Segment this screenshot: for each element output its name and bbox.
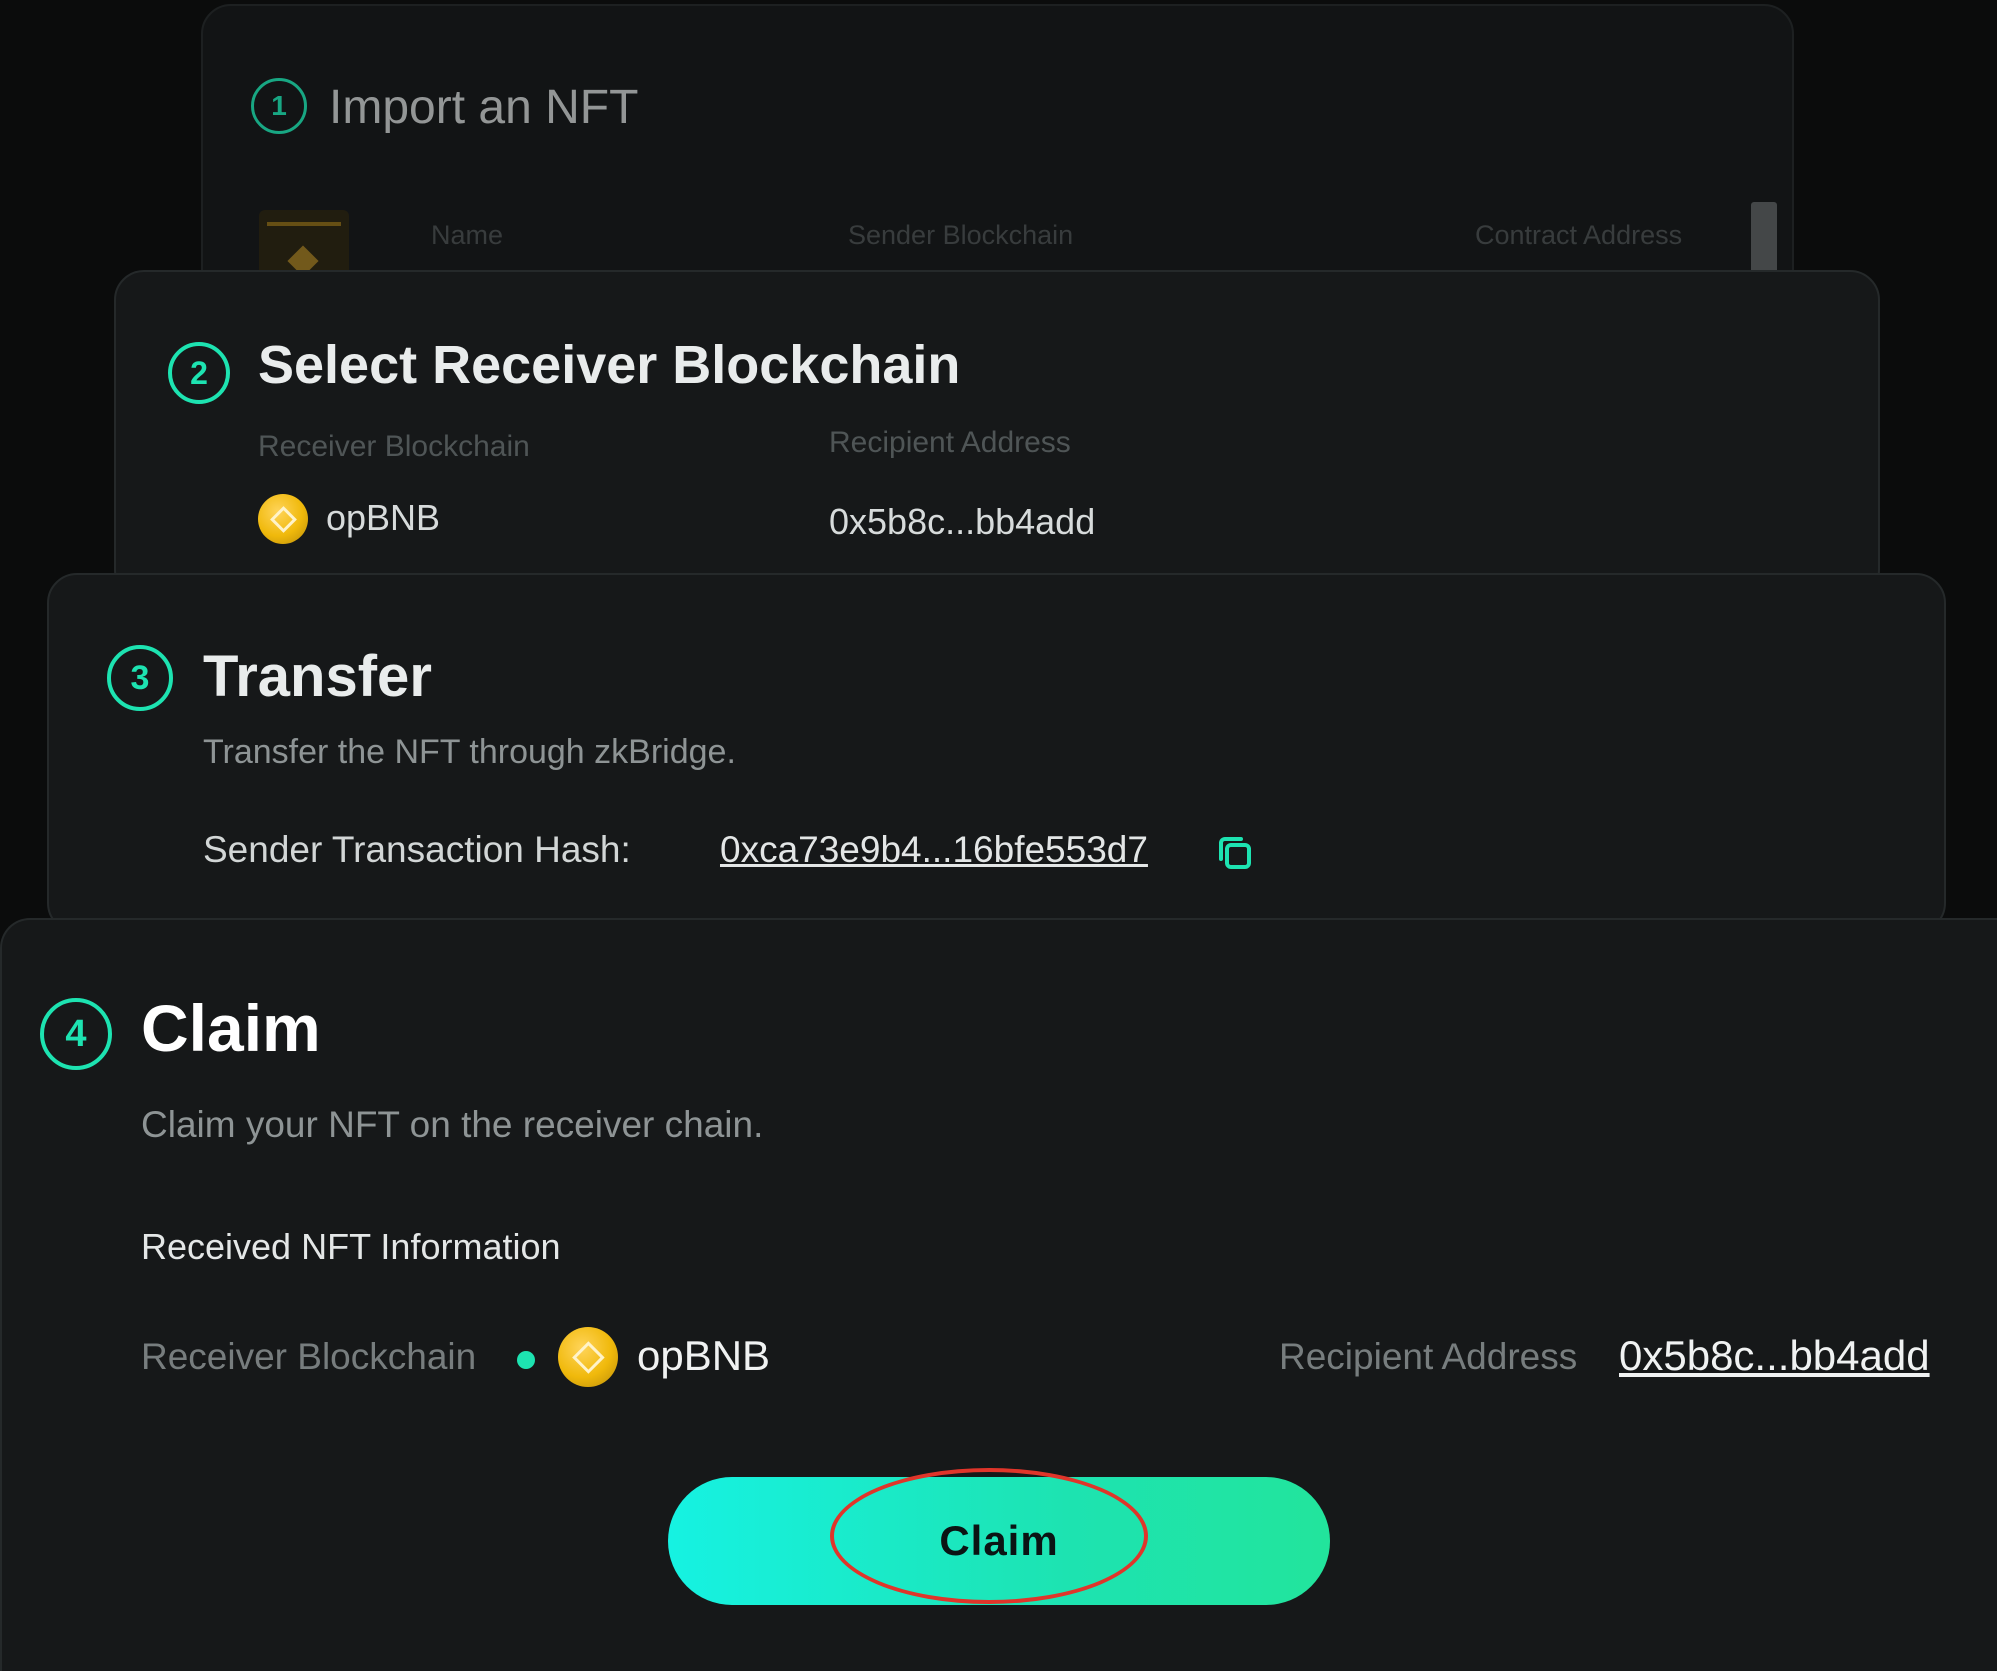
bnb-coin-icon [258, 494, 308, 544]
receiver-blockchain-label: Receiver Blockchain [258, 430, 530, 463]
sender-tx-hash-label: Sender Transaction Hash: [203, 829, 631, 870]
recipient-address-label: Recipient Address [829, 426, 1071, 459]
bridge-stage: 1 Import an NFT Name Sender Blockchain C… [0, 0, 1997, 1671]
step-import-title: Import an NFT [329, 81, 639, 134]
recipient-address-link[interactable]: 0x5b8c...bb4add [1619, 1332, 1930, 1380]
step-number-4: 4 [40, 998, 112, 1070]
step-number-3: 3 [107, 645, 173, 711]
recipient-address-label: Recipient Address [1279, 1336, 1578, 1377]
status-dot [517, 1351, 535, 1369]
column-sender-blockchain-header: Sender Blockchain [848, 220, 1074, 250]
step-transfer-subtitle: Transfer the NFT through zkBridge. [203, 733, 736, 771]
receiver-blockchain-value: opBNB [637, 1332, 771, 1379]
copy-icon[interactable] [1211, 829, 1259, 877]
column-contract-address-header: Contract Address [1475, 220, 1683, 250]
received-nft-info-heading: Received NFT Information [141, 1226, 561, 1267]
recipient-address-value: 0x5b8c...bb4add [829, 501, 1096, 542]
bnb-coin-icon [558, 1327, 618, 1387]
receiver-blockchain-value: opBNB [326, 497, 441, 538]
step-import-card: 1 Import an NFT Name Sender Blockchain C… [201, 4, 1794, 304]
step-claim-card: 4 Claim Claim your NFT on the receiver c… [0, 918, 1997, 1671]
claim-button[interactable]: Claim [668, 1477, 1330, 1605]
column-name-header: Name [431, 220, 504, 250]
step-receiver-card: 2 Select Receiver Blockchain Receiver Bl… [114, 270, 1880, 600]
sender-tx-hash-link[interactable]: 0xca73e9b4...16bfe553d7 [720, 829, 1148, 871]
step-claim-title: Claim [141, 991, 321, 1065]
step-number-1: 1 [251, 78, 307, 134]
receiver-blockchain-label: Receiver Blockchain [141, 1336, 477, 1377]
step-number-2: 2 [168, 342, 230, 404]
step-receiver-title: Select Receiver Blockchain [258, 335, 961, 395]
step-transfer-title: Transfer [203, 644, 432, 709]
step-claim-subtitle: Claim your NFT on the receiver chain. [141, 1104, 764, 1145]
step-transfer-card: 3 Transfer Transfer the NFT through zkBr… [47, 573, 1946, 933]
